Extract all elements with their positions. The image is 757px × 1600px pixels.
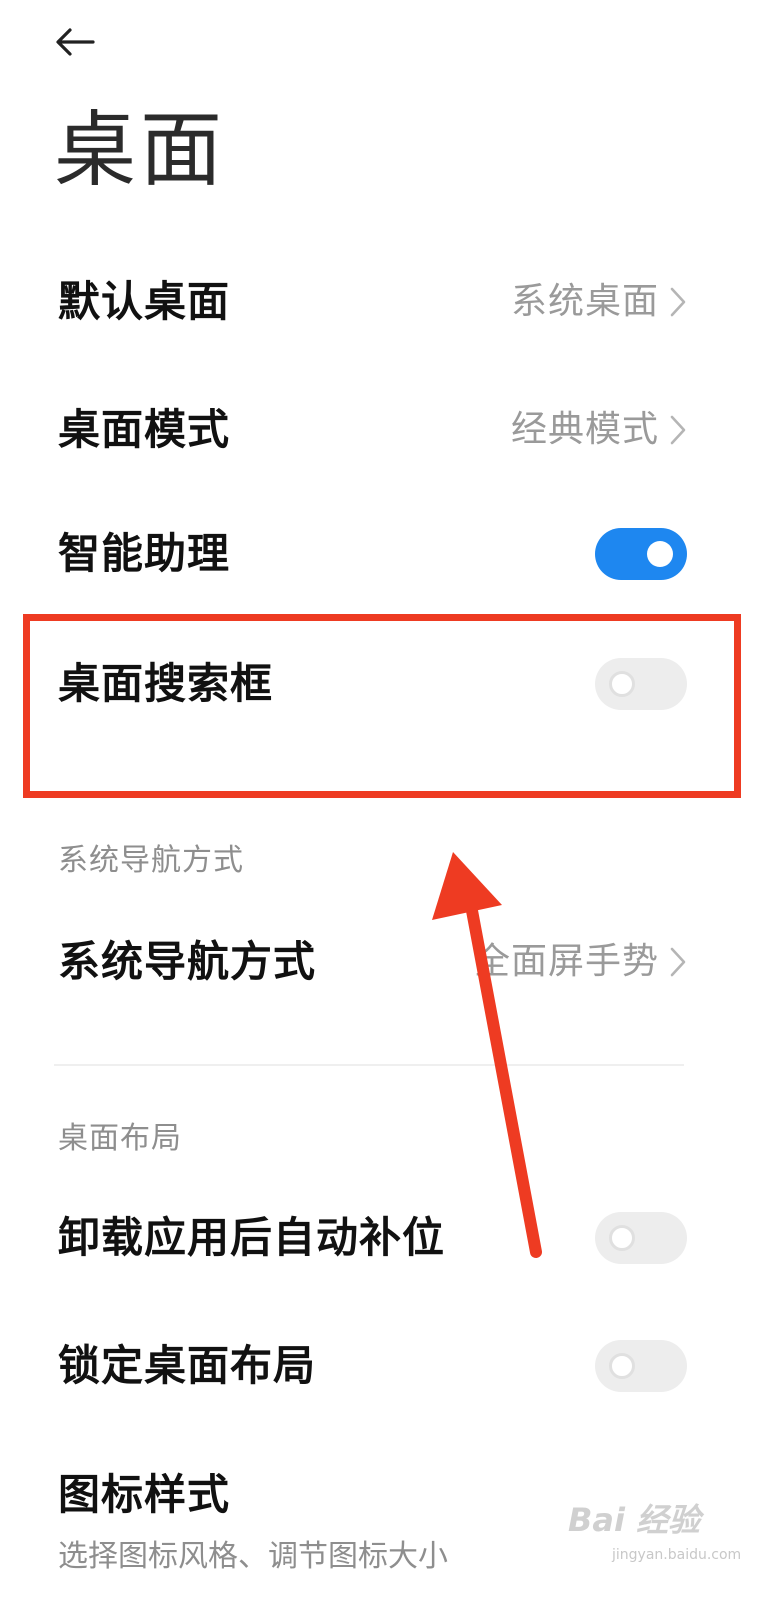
watermark-domain: jingyan.baidu.com	[612, 1547, 742, 1563]
launcher-mode-label: 桌面模式	[58, 405, 231, 454]
smart-assistant-toggle[interactable]	[595, 528, 687, 580]
toggle-knob	[609, 1225, 635, 1251]
section-header-layout: 桌面布局	[58, 1121, 182, 1156]
icon-style-subtext: 选择图标风格、调节图标大小	[58, 1539, 448, 1574]
auto-fill-toggle[interactable]	[595, 1212, 687, 1264]
highlight-annotation-box	[23, 614, 741, 798]
toggle-knob	[647, 541, 673, 567]
lock-layout-label: 锁定桌面布局	[58, 1341, 317, 1390]
chevron-right-icon	[670, 287, 686, 317]
icon-style-label: 图标样式	[58, 1470, 231, 1519]
lock-layout-toggle[interactable]	[595, 1340, 687, 1392]
nav-mode-label: 系统导航方式	[58, 937, 317, 986]
default-launcher-row[interactable]: 默认桌面 系统桌面	[0, 262, 757, 342]
back-button[interactable]	[50, 22, 100, 62]
chevron-right-icon	[670, 947, 686, 977]
back-arrow-icon	[56, 28, 95, 56]
chevron-right-icon	[670, 415, 686, 445]
divider	[54, 1064, 684, 1066]
nav-mode-row[interactable]: 系统导航方式 全面屏手势	[0, 922, 757, 1002]
auto-fill-label: 卸载应用后自动补位	[58, 1213, 446, 1262]
auto-fill-row: 卸载应用后自动补位	[0, 1198, 757, 1278]
nav-mode-value: 全面屏手势	[473, 941, 659, 982]
launcher-mode-value: 经典模式	[510, 409, 659, 450]
baidu-jingyan-watermark: Bai 经验 jingyan.baidu.com	[568, 1495, 741, 1575]
section-header-navigation: 系统导航方式	[58, 843, 244, 878]
default-launcher-label: 默认桌面	[58, 277, 231, 326]
toggle-knob	[609, 1353, 635, 1379]
default-launcher-value: 系统桌面	[510, 281, 659, 322]
smart-assistant-row: 智能助理	[0, 514, 757, 594]
watermark-brand: Bai 经验	[568, 1501, 701, 1539]
page-title: 桌面	[54, 103, 227, 198]
lock-layout-row: 锁定桌面布局	[0, 1326, 757, 1406]
launcher-mode-row[interactable]: 桌面模式 经典模式	[0, 390, 757, 470]
smart-assistant-label: 智能助理	[58, 529, 231, 578]
